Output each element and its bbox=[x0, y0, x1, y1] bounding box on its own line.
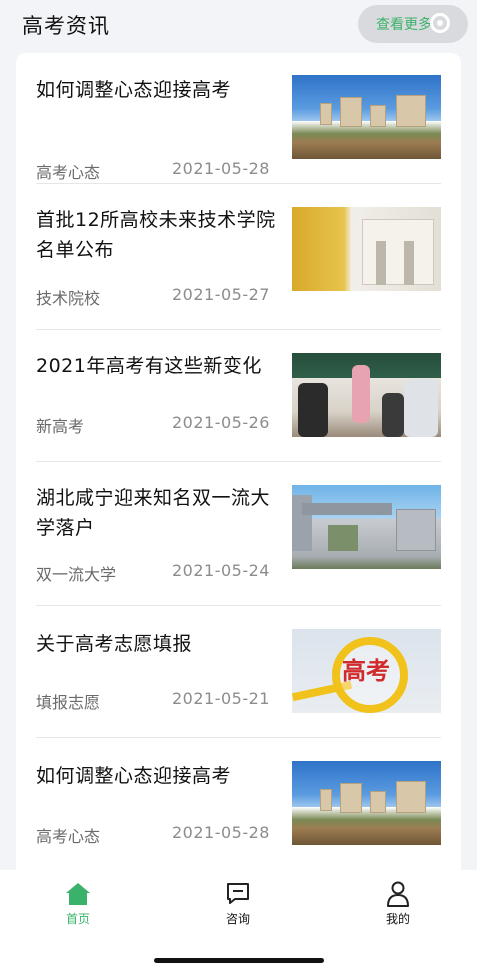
news-tag: 双一流大学 bbox=[36, 565, 117, 584]
header: 高考资讯 查看更多 bbox=[0, 0, 477, 52]
news-tag: 填报志愿 bbox=[36, 693, 101, 712]
chat-icon bbox=[227, 883, 249, 904]
news-tag: 技术院校 bbox=[36, 289, 101, 308]
view-more-label: 查看更多 bbox=[376, 17, 432, 33]
news-date: 2021-05-21 bbox=[172, 689, 270, 708]
news-tag: 高考心态 bbox=[36, 163, 101, 182]
news-thumbnail bbox=[292, 485, 441, 569]
news-date: 2021-05-26 bbox=[172, 413, 270, 432]
view-more-button[interactable]: 查看更多 bbox=[358, 5, 468, 43]
news-item[interactable]: 如何调整心态迎接高考 高考心态 2021-05-28 bbox=[36, 761, 441, 871]
tab-bar: 首页 咨询 我的 bbox=[0, 870, 477, 974]
news-title: 关于高考志愿填报 bbox=[36, 633, 193, 655]
divider bbox=[36, 605, 441, 606]
news-date: 2021-05-28 bbox=[172, 159, 270, 178]
news-item[interactable]: 首批12所高校未来技术学院名单公布 技术院校 2021-05-27 bbox=[36, 205, 441, 325]
divider bbox=[36, 183, 441, 184]
tab-label: 咨询 bbox=[225, 912, 250, 926]
news-thumbnail bbox=[292, 75, 441, 159]
user-icon bbox=[387, 881, 409, 907]
tab-mine[interactable]: 我的 bbox=[358, 880, 438, 930]
tab-home[interactable]: 首页 bbox=[38, 880, 118, 930]
news-list: 如何调整心态迎接高考 高考心态 2021-05-28 首批12所高校未来技术学院… bbox=[16, 53, 461, 883]
divider bbox=[36, 737, 441, 738]
divider bbox=[36, 461, 441, 462]
news-item[interactable]: 湖北咸宁迎来知名双一流大学落户 双一流大学 2021-05-24 bbox=[36, 483, 441, 603]
news-title: 如何调整心态迎接高考 bbox=[36, 79, 232, 101]
news-date: 2021-05-28 bbox=[172, 823, 270, 842]
tab-consult[interactable]: 咨询 bbox=[198, 880, 278, 930]
news-tag: 高考心态 bbox=[36, 827, 101, 846]
news-thumbnail bbox=[292, 353, 441, 437]
news-date: 2021-05-27 bbox=[172, 285, 270, 304]
refresh-circle-icon bbox=[430, 13, 450, 33]
news-thumbnail bbox=[292, 761, 441, 845]
news-date: 2021-05-24 bbox=[172, 561, 270, 580]
news-thumbnail: 高考 bbox=[292, 629, 441, 713]
home-indicator bbox=[154, 958, 324, 963]
news-title: 如何调整心态迎接高考 bbox=[36, 765, 232, 787]
home-icon bbox=[66, 883, 90, 905]
news-thumbnail bbox=[292, 207, 441, 291]
tab-label: 首页 bbox=[65, 912, 90, 926]
news-item[interactable]: 如何调整心态迎接高考 高考心态 2021-05-28 bbox=[36, 75, 441, 185]
news-item[interactable]: 关于高考志愿填报 填报志愿 2021-05-21 高考 bbox=[36, 629, 441, 739]
news-item[interactable]: 2021年高考有这些新变化 新高考 2021-05-26 bbox=[36, 351, 441, 461]
thumbnail-text: 高考 bbox=[342, 657, 390, 685]
news-title: 湖北咸宁迎来知名双一流大学落户 bbox=[36, 487, 271, 539]
news-tag: 新高考 bbox=[36, 417, 85, 436]
divider bbox=[36, 329, 441, 330]
page-title: 高考资讯 bbox=[22, 14, 110, 38]
news-title: 2021年高考有这些新变化 bbox=[36, 355, 262, 377]
tab-label: 我的 bbox=[385, 912, 410, 926]
news-title: 首批12所高校未来技术学院名单公布 bbox=[36, 209, 276, 261]
